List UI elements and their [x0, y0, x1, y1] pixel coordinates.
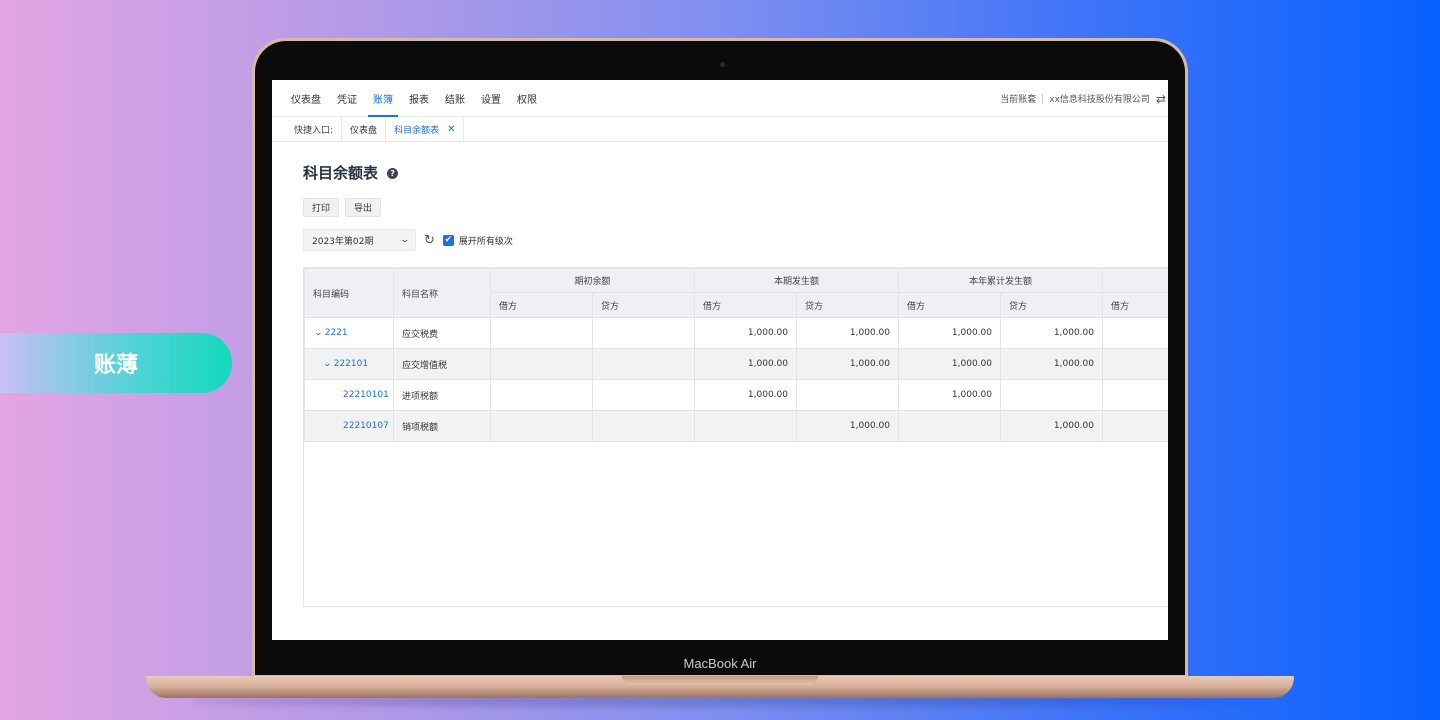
col-header-debit: 借方	[490, 292, 593, 318]
period-credit: 1,000.00	[796, 348, 899, 380]
closing-debit	[1102, 348, 1168, 380]
ytd-credit	[1000, 379, 1103, 411]
account-code[interactable]: 22210107	[304, 410, 394, 442]
col-header-code: 科目编码	[304, 268, 394, 318]
nav-item-ledgers[interactable]: 账簿	[366, 80, 400, 117]
table-row[interactable]: ⌄ 222101 应交增值税 1,000.00 1,000.00 1,000.00…	[304, 348, 1168, 380]
opening-credit	[592, 410, 695, 442]
laptop-base	[146, 676, 1294, 698]
closing-debit	[1102, 379, 1168, 411]
table-row[interactable]: 22210101 进项税额 1,000.00 1,000.00	[304, 379, 1168, 411]
nav-item-dashboard[interactable]: 仪表盘	[284, 80, 328, 116]
opening-debit	[490, 317, 593, 349]
help-icon[interactable]: ?	[387, 168, 399, 179]
nav-item-vouchers[interactable]: 凭证	[330, 80, 364, 116]
refresh-icon[interactable]: ↻	[424, 233, 435, 248]
page-title: 科目余额表	[303, 163, 379, 182]
account-code[interactable]: 22210101	[304, 379, 394, 411]
opening-credit	[592, 317, 695, 349]
opening-debit	[490, 348, 593, 380]
badge-label: 账薄	[93, 353, 138, 378]
camera-icon	[720, 62, 725, 67]
col-header-debit: 借方	[898, 292, 1001, 318]
col-header-credit: 贷方	[1000, 292, 1103, 318]
ytd-credit: 1,000.00	[1000, 410, 1103, 442]
print-button[interactable]: 打印	[303, 198, 340, 217]
account-name: 应交税费	[393, 317, 491, 349]
period-credit: 1,000.00	[796, 317, 899, 349]
opening-credit	[592, 379, 695, 411]
divider	[1042, 93, 1044, 104]
closing-debit	[1102, 317, 1168, 349]
opening-debit	[490, 379, 593, 411]
feature-badge: 账薄	[0, 333, 232, 393]
account-set-label: 当前账套	[1000, 95, 1037, 105]
top-navigation: 仪表盘 凭证 账簿 报表 结账 设置 权限 当前账套 xx信息科技股份有限公司 …	[272, 80, 1168, 117]
table-row[interactable]: 22210107 销项税额 1,000.00 1,000.00	[304, 410, 1168, 442]
quick-tab-dashboard[interactable]: 仪表盘	[342, 116, 387, 142]
quick-tab-label: 科目余额表	[394, 125, 440, 136]
opening-credit	[592, 348, 695, 380]
quick-access-bar: 快捷入口: 仪表盘 科目余额表 ✕	[272, 116, 1168, 142]
ytd-debit: 1,000.00	[898, 379, 1001, 411]
col-header-name: 科目名称	[393, 268, 491, 318]
account-name: 销项税额	[393, 410, 491, 442]
quick-access-label: 快捷入口:	[294, 116, 343, 142]
table-row[interactable]: ⌄ 2221 应交税费 1,000.00 1,000.00 1,000.00 1,…	[304, 317, 1168, 349]
account-code-cell[interactable]: ⌄ 2221	[304, 317, 394, 349]
account-set-switcher[interactable]: 当前账套 xx信息科技股份有限公司 ⇄	[1000, 80, 1166, 117]
expand-all-checkbox[interactable]: ✔	[442, 234, 454, 246]
nav-item-reports[interactable]: 报表	[402, 80, 436, 116]
nav-item-permissions[interactable]: 权限	[510, 80, 544, 116]
balance-table: 科目编码 科目名称 期初余额 本期发生额 本年累计发生额 借方 贷方 借方 贷方…	[304, 268, 1168, 442]
laptop-notch	[622, 676, 818, 685]
app-screen: 仪表盘 凭证 账簿 报表 结账 设置 权限 当前账套 xx信息科技股份有限公司 …	[272, 80, 1168, 640]
closing-debit	[1102, 410, 1168, 442]
company-name: xx信息科技股份有限公司	[1049, 95, 1150, 105]
filter-row: 2023年第02期 ⌄ ↻ ✔ 展开所有级次	[303, 229, 1168, 251]
period-debit: 1,000.00	[694, 379, 797, 411]
col-header-debit: 借方	[694, 292, 797, 318]
ytd-debit: 1,000.00	[898, 317, 1001, 349]
balance-table-container[interactable]: 科目编码 科目名称 期初余额 本期发生额 本年累计发生额 借方 贷方 借方 贷方…	[303, 267, 1168, 607]
col-group-opening: 期初余额	[490, 268, 695, 293]
period-credit: 1,000.00	[796, 410, 899, 442]
main-content: 科目余额表 ? 打印 导出 2023年第02期 ⌄ ↻ ✔ 展开所有级次	[272, 162, 1168, 251]
chevron-down-icon[interactable]: ⌄	[323, 359, 332, 368]
toolbar: 打印 导出	[303, 198, 1168, 217]
device-model-label: MacBook Air	[683, 656, 757, 671]
period-value: 2023年第02期	[312, 236, 374, 247]
period-debit: 1,000.00	[694, 348, 797, 380]
nav-item-settings[interactable]: 设置	[474, 80, 508, 116]
title-row: 科目余额表 ?	[303, 162, 1168, 182]
col-header-debit: 借方	[1102, 292, 1168, 318]
col-group-period: 本期发生额	[694, 268, 899, 293]
chevron-down-icon[interactable]: ⌄	[314, 328, 323, 337]
close-icon[interactable]: ✕	[447, 124, 455, 135]
account-code[interactable]: 2221	[325, 328, 348, 338]
ytd-credit: 1,000.00	[1000, 348, 1103, 380]
expand-all-label: 展开所有级次	[458, 236, 513, 247]
account-name: 应交增值税	[393, 348, 491, 380]
swap-icon[interactable]: ⇄	[1156, 92, 1166, 106]
account-name: 进项税额	[393, 379, 491, 411]
period-debit: 1,000.00	[694, 317, 797, 349]
account-code[interactable]: 222101	[334, 359, 368, 369]
col-group-ytd: 本年累计发生额	[898, 268, 1103, 293]
period-credit	[796, 379, 899, 411]
ytd-debit	[898, 410, 1001, 442]
col-header-credit: 贷方	[796, 292, 899, 318]
chevron-down-icon: ⌄	[399, 235, 411, 245]
period-debit	[694, 410, 797, 442]
opening-debit	[490, 410, 593, 442]
ytd-debit: 1,000.00	[898, 348, 1001, 380]
col-header-credit: 贷方	[592, 292, 695, 318]
account-code-cell[interactable]: ⌄ 222101	[304, 348, 394, 380]
quick-tab-balance-sheet[interactable]: 科目余额表 ✕	[386, 116, 465, 142]
ytd-credit: 1,000.00	[1000, 317, 1103, 349]
col-group-closing	[1102, 268, 1168, 293]
export-button[interactable]: 导出	[345, 198, 382, 217]
period-select[interactable]: 2023年第02期 ⌄	[303, 229, 416, 251]
nav-item-closing[interactable]: 结账	[438, 80, 472, 116]
